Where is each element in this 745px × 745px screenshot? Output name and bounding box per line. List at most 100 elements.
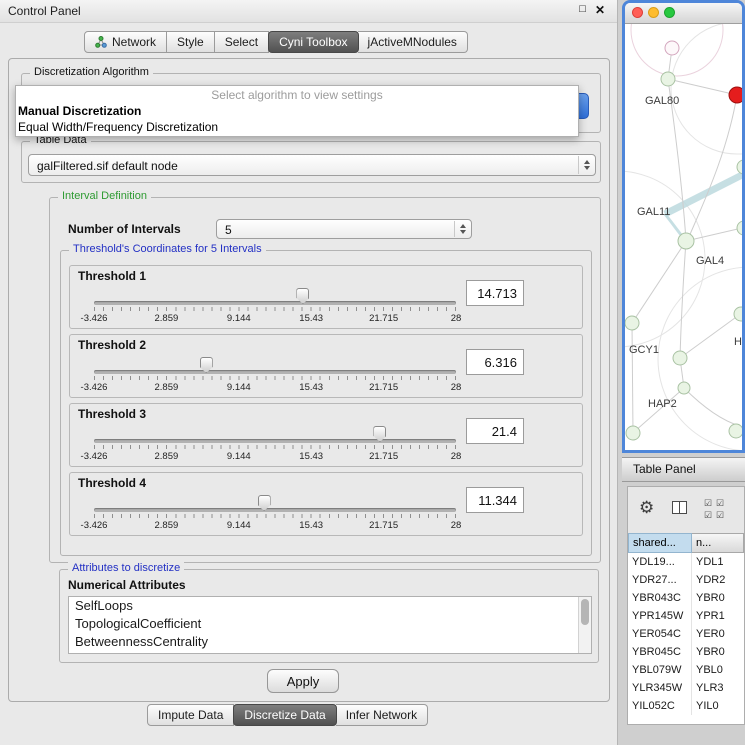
table-row[interactable]: YBR045CYBR0 [628, 643, 744, 661]
network-edge[interactable] [686, 228, 742, 241]
cell[interactable]: YBR0 [692, 643, 744, 661]
tab-infer-network[interactable]: Infer Network [336, 704, 428, 726]
cell[interactable]: YBR0 [692, 589, 744, 607]
cell[interactable]: YIL052C [628, 697, 692, 715]
threshold-4-value-field[interactable] [466, 487, 524, 513]
slider-track[interactable] [94, 508, 456, 512]
threshold-2-value-field[interactable] [466, 349, 524, 375]
gear-icon[interactable]: ⚙ [639, 498, 654, 518]
threshold-1-slider[interactable]: -3.426 2.859 9.144 15.43 21.715 28 [94, 286, 456, 326]
scale-label: 21.715 [369, 451, 398, 462]
close-traffic-light-icon[interactable] [632, 7, 643, 18]
columns-icon[interactable] [672, 501, 687, 519]
tab-style[interactable]: Style [167, 31, 215, 53]
cell[interactable]: YDR27... [628, 571, 692, 589]
dropdown-placeholder[interactable]: Select algorithm to view settings [16, 87, 578, 103]
window-title: Control Panel [8, 4, 81, 18]
network-edge[interactable] [684, 388, 740, 426]
minimize-traffic-light-icon[interactable] [648, 7, 659, 18]
network-node[interactable] [661, 72, 675, 86]
cell[interactable]: YBL0 [692, 661, 744, 679]
table-row[interactable]: YBL079WYBL0 [628, 661, 744, 679]
threshold-2-slider[interactable]: -3.426 2.859 9.144 15.43 21.715 28 [94, 355, 456, 395]
checkbox-icons[interactable]: ☑ ☑ ☑ ☑ [704, 497, 728, 521]
network-node[interactable] [678, 382, 690, 394]
tab-select[interactable]: Select [215, 31, 269, 53]
table-row[interactable]: YDL19...YDL1 [628, 553, 744, 571]
scale-label: 15.43 [299, 451, 323, 462]
numerical-attributes-list: SelfLoops TopologicalCoefficient Between… [68, 596, 592, 654]
table-row[interactable]: YPR145WYPR1 [628, 607, 744, 625]
tab-jactivemnodules[interactable]: jActiveMNodules [358, 31, 468, 53]
column-header-shared[interactable]: shared... [628, 533, 692, 553]
dropdown-option-manual[interactable]: Manual Discretization [16, 103, 578, 119]
tab-discretize-data[interactable]: Discretize Data [233, 704, 336, 726]
list-item[interactable]: TopologicalCoefficient [69, 615, 591, 633]
cell[interactable]: YDR2 [692, 571, 744, 589]
slider-track[interactable] [94, 439, 456, 443]
network-node[interactable] [737, 221, 742, 235]
checkbox-icon[interactable]: ☑ [704, 497, 716, 509]
tab-impute-data[interactable]: Impute Data [147, 704, 234, 726]
close-icon[interactable]: ✕ [595, 3, 605, 17]
table-row[interactable]: YER054CYER0 [628, 625, 744, 643]
network-node-red[interactable] [729, 87, 742, 103]
network-edge[interactable] [680, 241, 686, 358]
network-node[interactable] [626, 426, 640, 440]
column-header-name[interactable]: n... [692, 533, 744, 553]
cell[interactable]: YLR345W [628, 679, 692, 697]
cell[interactable]: YDL19... [628, 553, 692, 571]
network-edge[interactable] [632, 241, 686, 323]
zoom-traffic-light-icon[interactable] [664, 7, 675, 18]
checkbox-icon[interactable]: ☑ [716, 509, 728, 521]
cell[interactable]: YBR045C [628, 643, 692, 661]
threshold-1-value-field[interactable] [466, 280, 524, 306]
apply-button[interactable]: Apply [267, 669, 339, 693]
cell[interactable]: YPR145W [628, 607, 692, 625]
cell[interactable]: YPR1 [692, 607, 744, 625]
network-node[interactable] [678, 233, 694, 249]
cell[interactable]: YER0 [692, 625, 744, 643]
network-node[interactable] [737, 160, 742, 174]
network-node[interactable] [625, 316, 639, 330]
scrollbar-thumb[interactable] [581, 599, 589, 625]
list-item[interactable]: BetweennessCentrality [69, 633, 591, 651]
tab-network[interactable]: Network [84, 31, 167, 53]
slider-track[interactable] [94, 301, 456, 305]
list-scrollbar[interactable] [578, 597, 591, 653]
table-row[interactable]: YDR27...YDR2 [628, 571, 744, 589]
network-canvas[interactable]: GAL80 GAL11 GAL4 GCY1 HAP2 H [625, 24, 742, 453]
tab-label: Select [225, 31, 258, 53]
network-node-pink[interactable] [665, 41, 679, 55]
network-edge[interactable] [668, 79, 737, 95]
threshold-3-value-field[interactable] [466, 418, 524, 444]
table-row[interactable]: YIL052CYIL0 [628, 697, 744, 715]
network-node[interactable] [734, 307, 742, 321]
tab-cyni-toolbox[interactable]: Cyni Toolbox [268, 31, 358, 53]
network-node[interactable] [673, 351, 687, 365]
number-of-intervals-select[interactable]: 5 [216, 219, 472, 239]
table-row[interactable]: YLR345WYLR3 [628, 679, 744, 697]
threshold-4-slider[interactable]: -3.426 2.859 9.144 15.43 21.715 28 [94, 493, 456, 533]
network-edge[interactable] [632, 323, 633, 433]
table-data-select[interactable]: galFiltered.sif default node [28, 154, 596, 176]
network-view-window: GAL80 GAL11 GAL4 GCY1 HAP2 H [622, 0, 745, 453]
checkbox-icon[interactable]: ☑ [704, 509, 716, 521]
table-row[interactable]: YBR043CYBR0 [628, 589, 744, 607]
cell[interactable]: YDL1 [692, 553, 744, 571]
cell[interactable]: YBL079W [628, 661, 692, 679]
threshold-3-slider[interactable]: -3.426 2.859 9.144 15.43 21.715 28 [94, 424, 456, 464]
network-node[interactable] [729, 424, 742, 438]
checkbox-icon[interactable]: ☑ [716, 497, 728, 509]
network-edge[interactable] [680, 315, 739, 358]
cell[interactable]: YBR043C [628, 589, 692, 607]
cell[interactable]: YIL0 [692, 697, 744, 715]
list-item[interactable]: SelfLoops [69, 597, 591, 615]
cell[interactable]: YLR3 [692, 679, 744, 697]
cell[interactable]: YER054C [628, 625, 692, 643]
float-icon[interactable]: □ [579, 3, 586, 17]
dropdown-option-equal-width[interactable]: Equal Width/Frequency Discretization [16, 119, 578, 135]
network-edge[interactable] [688, 95, 737, 239]
slider-track[interactable] [94, 370, 456, 374]
combo-stepper-icon [454, 221, 470, 237]
